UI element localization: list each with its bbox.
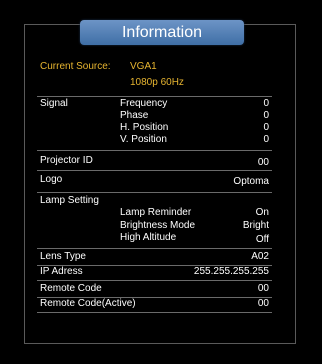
lamp-reminder-label: Lamp Reminder <box>120 207 192 218</box>
frequency-label: Frequency <box>120 98 168 109</box>
projector-id-label: Projector ID <box>40 155 93 166</box>
v-position-value: 0 <box>263 134 269 145</box>
lens-type-label: Lens Type <box>40 251 86 262</box>
separator <box>37 280 272 281</box>
separator <box>37 192 272 193</box>
remote-code-label: Remote Code <box>40 283 102 294</box>
ip-address-label: IP Adress <box>40 266 83 277</box>
projector-id-value: 00 <box>257 157 269 168</box>
current-source-value: VGA1 <box>130 61 157 72</box>
brightness-mode-label: Brightness Mode <box>120 220 196 231</box>
h-position-value: 0 <box>263 122 269 133</box>
separator <box>37 312 272 313</box>
lamp-setting-label: Lamp Setting <box>40 195 99 206</box>
brightness-mode-value: Bright <box>242 220 269 231</box>
high-altitude-value: Off <box>255 234 269 245</box>
signal-label: Signal <box>40 98 68 109</box>
lamp-reminder-value: On <box>255 207 269 218</box>
lens-type-value: A02 <box>251 251 269 262</box>
remote-code-active-label: Remote Code(Active) <box>40 298 136 309</box>
information-title-tab: Information <box>80 20 244 45</box>
remote-code-value: 00 <box>257 283 269 294</box>
logo-label: Logo <box>40 174 63 185</box>
separator <box>37 150 272 151</box>
ip-address-value: 255.255.255.255 <box>193 266 269 277</box>
separator <box>37 96 272 97</box>
separator <box>37 170 272 171</box>
frequency-value: 0 <box>263 98 269 109</box>
remote-code-active-value: 00 <box>257 298 269 309</box>
phase-value: 0 <box>263 110 269 121</box>
high-altitude-label: High Altitude <box>120 232 177 243</box>
phase-label: Phase <box>120 110 149 121</box>
separator <box>37 248 272 249</box>
current-source-resolution: 1080p 60Hz <box>130 77 184 88</box>
logo-value: Optoma <box>233 176 269 187</box>
current-source-label: Current Source: <box>40 61 111 72</box>
v-position-label: V. Position <box>120 134 167 145</box>
h-position-label: H. Position <box>120 122 169 133</box>
